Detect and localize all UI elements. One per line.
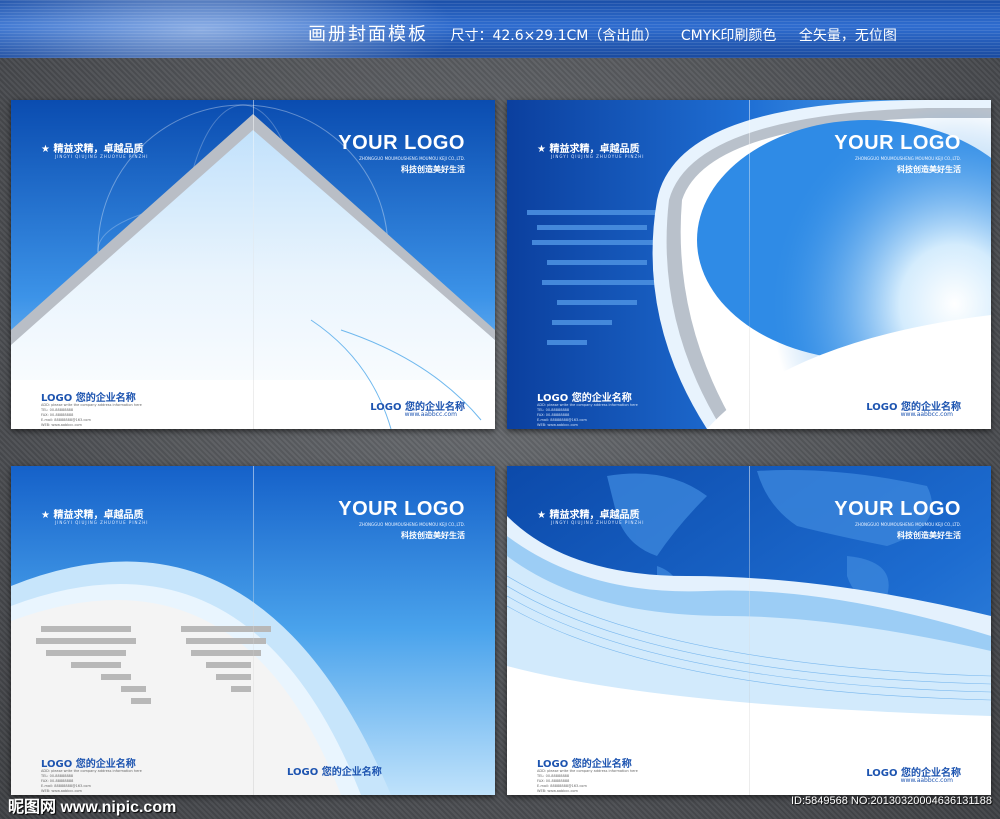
tagline: 科技创造美好生活 xyxy=(401,165,465,174)
address-block: ADD: please write the company address in… xyxy=(537,403,638,428)
banner-text: 画册封面模板 尺寸：42.6×29.1CM（含出血） CMYK印刷颜色 全矢量，… xyxy=(308,20,915,46)
company-name-right: LOGO 您的企业名称 xyxy=(287,767,382,778)
spine-fold xyxy=(749,466,750,795)
tagline: 科技创造美好生活 xyxy=(401,531,465,540)
logo-text: YOUR LOGO xyxy=(338,498,465,520)
image-id: ID:5849568 NO:20130320004636131188 xyxy=(790,795,992,807)
banner-size: 尺寸：42.6×29.1CM（含出血） xyxy=(450,28,659,44)
company-name-left: LOGO 您的企业名称 xyxy=(41,393,136,404)
address-line: WEB: www.aabbcc.com xyxy=(41,423,82,427)
company-url: www.aabbcc.com xyxy=(404,411,457,418)
slogan: ★ 精益求精，卓越品质 xyxy=(41,510,144,521)
slogan-pinyin: JINGYI QIUJING ZHUOYUE PINZHI xyxy=(55,154,149,159)
cover-template-4[interactable]: ★ 精益求精，卓越品质 JINGYI QIUJING ZHUOYUE PINZH… xyxy=(507,466,991,795)
slogan: ★ 精益求精，卓越品质 xyxy=(537,510,640,521)
cover-template-3[interactable]: ★ 精益求精，卓越品质 JINGYI QIUJING ZHUOYUE PINZH… xyxy=(11,466,495,795)
banner-title: 画册封面模板 xyxy=(308,24,428,45)
address-block: ADD: please write the company address in… xyxy=(537,769,638,794)
tagline: 科技创造美好生活 xyxy=(897,165,961,174)
tagline: 科技创造美好生活 xyxy=(897,531,961,540)
company-name-left: LOGO 您的企业名称 xyxy=(41,759,136,770)
site-watermark: 昵图网 www.nipic.com xyxy=(8,799,177,816)
logo-text: YOUR LOGO xyxy=(834,498,961,520)
logo-text: YOUR LOGO xyxy=(338,132,465,154)
banner-vector: 全矢量，无位图 xyxy=(798,28,897,44)
slogan-pinyin: JINGYI QIUJING ZHUOYUE PINZHI xyxy=(551,520,645,525)
slogan: ★ 精益求精，卓越品质 xyxy=(41,144,144,155)
slogan: ★ 精益求精，卓越品质 xyxy=(537,144,640,155)
top-banner: 画册封面模板 尺寸：42.6×29.1CM（含出血） CMYK印刷颜色 全矢量，… xyxy=(0,0,1000,58)
cover-template-1[interactable]: ★ 精益求精，卓越品质 JINGYI QIUJING ZHUOYUE PINZH… xyxy=(11,100,495,429)
company-name-left: LOGO 您的企业名称 xyxy=(537,759,632,770)
logo-text: YOUR LOGO xyxy=(834,132,961,154)
banner-color-mode: CMYK印刷颜色 xyxy=(680,28,777,44)
slogan-pinyin: JINGYI QIUJING ZHUOYUE PINZHI xyxy=(551,154,645,159)
company-url: www.aabbcc.com xyxy=(900,777,953,784)
address-block: ADD: please write the company address in… xyxy=(41,403,142,428)
logo-subtitle: ZHONGGUO MOUMOUSHENG MOUMOU KEJI CO.,LTD… xyxy=(359,156,465,161)
address-line: WEB: www.aabbcc.com xyxy=(537,423,578,427)
cover-template-2[interactable]: ★ 精益求精，卓越品质 JINGYI QIUJING ZHUOYUE PINZH… xyxy=(507,100,991,429)
slogan-pinyin: JINGYI QIUJING ZHUOYUE PINZHI xyxy=(55,520,149,525)
logo-subtitle: ZHONGGUO MOUMOUSHENG MOUMOU KEJI CO.,LTD… xyxy=(855,522,961,527)
spine-fold xyxy=(749,100,750,429)
company-name-left: LOGO 您的企业名称 xyxy=(537,393,632,404)
address-block: ADD: please write the company address in… xyxy=(41,769,142,794)
company-url: www.aabbcc.com xyxy=(900,411,953,418)
address-line: WEB: www.aabbcc.com xyxy=(537,789,578,793)
logo-subtitle: ZHONGGUO MOUMOUSHENG MOUMOU KEJI CO.,LTD… xyxy=(359,522,465,527)
spine-fold xyxy=(253,466,254,795)
spine-fold xyxy=(253,100,254,429)
logo-subtitle: ZHONGGUO MOUMOUSHENG MOUMOU KEJI CO.,LTD… xyxy=(855,156,961,161)
